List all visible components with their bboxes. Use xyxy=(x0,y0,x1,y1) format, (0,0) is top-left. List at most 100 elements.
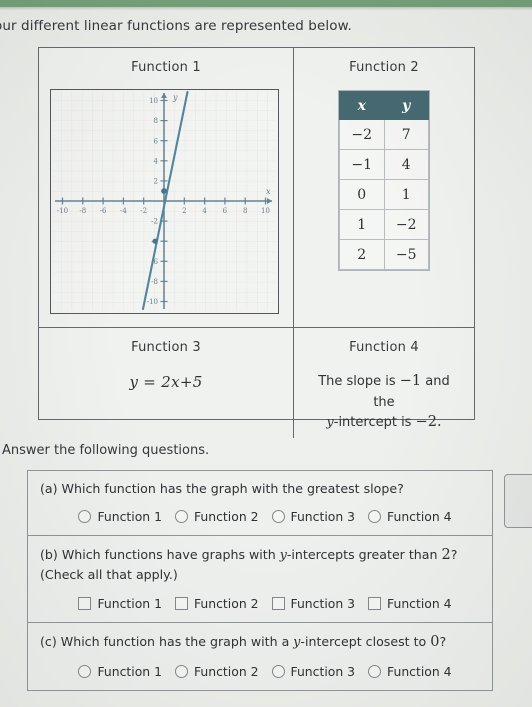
function-4-description: The slope is −1 and the y-intercept is −… xyxy=(298,371,470,434)
f4-yintercept-var: y xyxy=(326,415,334,431)
f4-slope-text: The slope is xyxy=(318,374,396,389)
f4-yintercept-value: −2. xyxy=(415,414,442,431)
table-cell-y: 4 xyxy=(383,149,429,180)
table-cell-x: 1 xyxy=(339,209,385,240)
svg-text:8: 8 xyxy=(154,117,158,125)
table-cell-y: 1 xyxy=(383,179,429,210)
checkbox-icon[interactable] xyxy=(174,596,188,610)
table-header-x: x xyxy=(339,91,385,120)
option-label: Function 2 xyxy=(193,595,259,611)
questions-container: (a) Which function has the graph with th… xyxy=(27,470,493,691)
function-1-title: Function 1 xyxy=(131,60,201,75)
option-a-function-3[interactable]: Function 3 xyxy=(271,509,356,525)
svg-text:-2: -2 xyxy=(151,218,158,226)
option-label: Function 1 xyxy=(97,509,162,525)
radio-icon[interactable] xyxy=(368,664,382,678)
question-b-options: Function 1 Function 2 Function 3 Functio… xyxy=(40,596,480,611)
option-b-function-3[interactable]: Function 3 xyxy=(271,596,355,611)
radio-icon[interactable] xyxy=(368,510,382,524)
option-label: Function 1 xyxy=(97,663,162,679)
question-c-text-a: (c) Which function has the graph with a xyxy=(40,633,294,649)
question-a-options: Function 1 Function 2 Function 3 Functio… xyxy=(40,509,480,524)
question-b-subtext: (Check all that apply.) xyxy=(40,567,178,583)
svg-text:-10: -10 xyxy=(147,298,158,306)
table-header-y: y xyxy=(383,91,429,120)
option-b-function-2[interactable]: Function 2 xyxy=(174,595,259,611)
table-cell-y: −2 xyxy=(383,209,429,240)
radio-icon[interactable] xyxy=(271,664,285,678)
function-1-graph: -10 -8 -6 -4 -2 2 4 6 8 10 10 8 6 4 2 -2… xyxy=(50,89,279,314)
table-cell-x: −2 xyxy=(339,119,385,150)
option-label: Function 4 xyxy=(387,663,452,679)
table-cell-x: 2 xyxy=(339,239,385,270)
option-c-function-1[interactable]: Function 1 xyxy=(78,664,162,679)
question-c-options: Function 1 Function 2 Function 3 Functio… xyxy=(40,664,480,679)
option-b-function-1[interactable]: Function 1 xyxy=(78,596,162,611)
option-a-function-2[interactable]: Function 2 xyxy=(174,509,259,524)
option-c-function-4[interactable]: Function 4 xyxy=(368,664,452,679)
option-label: Function 3 xyxy=(290,663,356,679)
svg-text:4: 4 xyxy=(202,207,207,215)
radio-icon[interactable] xyxy=(78,510,92,524)
table-row: −1 4 xyxy=(339,149,429,180)
f4-yintercept-text: -intercept is xyxy=(333,415,412,431)
table-cell-y: −5 xyxy=(383,239,429,270)
question-c-text-c: ? xyxy=(439,633,447,649)
svg-text:10: 10 xyxy=(149,97,158,105)
question-b-text-b: -intercepts greater than xyxy=(286,547,442,563)
radio-icon[interactable] xyxy=(174,510,188,524)
checkbox-icon[interactable] xyxy=(368,596,382,610)
top-bar-shadow xyxy=(0,7,532,10)
option-c-function-2[interactable]: Function 2 xyxy=(174,663,259,679)
option-a-function-1[interactable]: Function 1 xyxy=(78,509,162,524)
svg-text:-8: -8 xyxy=(79,207,86,215)
question-a: (a) Which function has the graph with th… xyxy=(27,470,493,537)
svg-text:2: 2 xyxy=(182,207,186,215)
checkbox-icon[interactable] xyxy=(78,596,92,610)
function-2-title: Function 2 xyxy=(349,60,419,75)
table-cell-x: −1 xyxy=(339,149,385,180)
svg-text:4: 4 xyxy=(154,157,159,165)
option-label: Function 3 xyxy=(290,509,356,525)
svg-text:6: 6 xyxy=(154,137,159,145)
option-label: Function 1 xyxy=(97,595,162,611)
table-cell-y: 7 xyxy=(383,119,429,150)
svg-text:-10: -10 xyxy=(57,207,68,215)
question-c-text: (c) Which function has the graph with a … xyxy=(40,632,480,653)
table-header-row: x y xyxy=(339,91,429,120)
radio-icon[interactable] xyxy=(78,664,92,678)
question-b-text-a: (b) Which functions have graphs with xyxy=(40,547,280,563)
checkbox-icon[interactable] xyxy=(271,596,285,610)
option-b-function-4[interactable]: Function 4 xyxy=(368,596,452,611)
radio-icon[interactable] xyxy=(271,510,285,524)
svg-text:-6: -6 xyxy=(100,207,107,215)
option-label: Function 4 xyxy=(387,595,452,611)
functions-table: Function 1 -10 -8 -6 -4 -2 2 4 6 8 10 10… xyxy=(38,47,475,438)
table-cell-x: 0 xyxy=(339,179,385,210)
function-4-title: Function 4 xyxy=(349,340,419,355)
radio-icon[interactable] xyxy=(174,664,188,678)
svg-text:y: y xyxy=(172,93,178,102)
table-row: 2 −5 xyxy=(339,239,429,270)
intro-text: our different linear functions are repre… xyxy=(0,18,352,34)
svg-text:-4: -4 xyxy=(120,207,127,215)
function-3-title: Function 3 xyxy=(131,340,201,355)
svg-text:-2: -2 xyxy=(140,207,147,215)
page-root: our different linear functions are repre… xyxy=(0,0,532,707)
option-label: Function 4 xyxy=(387,509,452,525)
svg-text:8: 8 xyxy=(243,207,247,215)
function-2-data-table: x y −2 7 −1 4 0 1 1 −2 2 −5 xyxy=(339,91,429,270)
question-b-var: y xyxy=(279,547,287,563)
question-b-text: (b) Which functions have graphs with y-i… xyxy=(40,545,480,566)
answer-section-heading: Answer the following questions. xyxy=(2,443,210,458)
option-label: Function 2 xyxy=(193,663,259,679)
coordinate-plane-svg: -10 -8 -6 -4 -2 2 4 6 8 10 10 8 6 4 2 -2… xyxy=(51,90,277,312)
question-c-text-b: -intercept closest to xyxy=(300,633,431,649)
function-4-cell: Function 4 The slope is −1 and the y-int… xyxy=(294,328,474,438)
svg-text:x: x xyxy=(266,187,271,196)
side-panel-partial[interactable] xyxy=(504,474,532,528)
option-c-function-3[interactable]: Function 3 xyxy=(271,663,356,679)
svg-text:6: 6 xyxy=(223,207,228,215)
table-row: −2 7 xyxy=(339,119,429,150)
option-a-function-4[interactable]: Function 4 xyxy=(368,509,452,524)
